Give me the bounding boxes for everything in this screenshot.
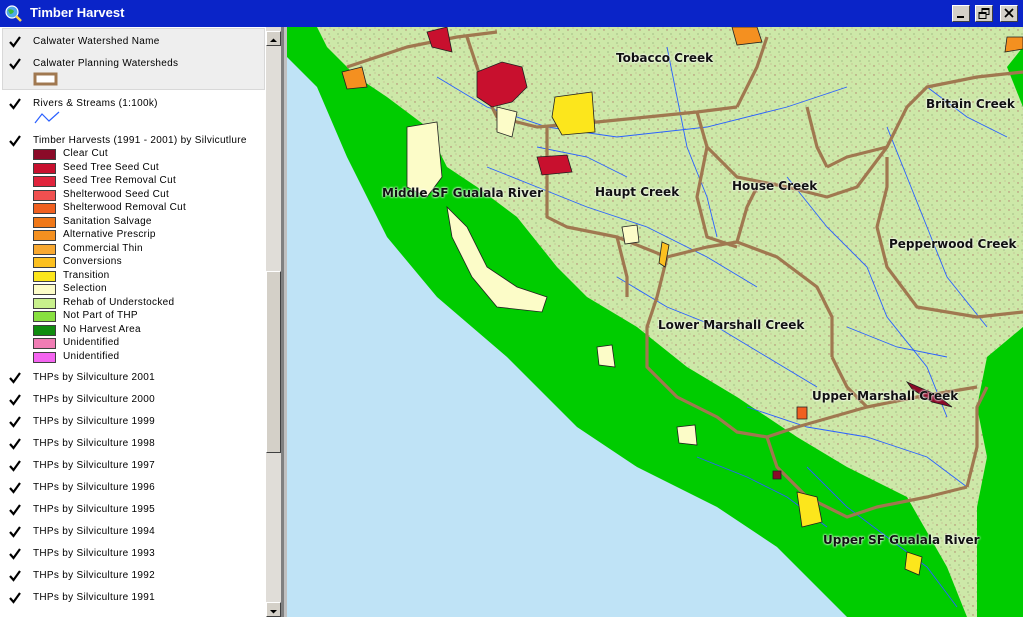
arrow-down-icon [270,610,277,614]
layer-label: THPs by Silviculture 1995 [33,504,155,515]
checkmark-icon[interactable] [8,134,22,148]
close-button[interactable] [1000,5,1018,22]
close-icon [1004,8,1014,18]
layer-label: THPs by Silviculture 2000 [33,394,155,405]
checkmark-icon[interactable] [8,57,22,71]
scroll-down-button[interactable] [266,602,281,617]
layer-label: THPs by Silviculture 1998 [33,438,155,449]
checkmark-icon[interactable] [8,371,22,385]
layer-label: THPs by Silviculture 1997 [33,460,155,471]
checkmark-icon[interactable] [8,459,22,473]
legend-swatch [33,176,56,187]
layer-label: THPs by Silviculture 1993 [33,548,155,559]
minimize-icon [957,16,964,18]
scroll-up-button[interactable] [266,31,281,46]
legend-label: Commercial Thin [63,242,143,254]
checkmark-icon[interactable] [8,415,22,429]
legend-swatch [33,297,56,309]
legend-label: Unidentified [63,350,120,362]
checkmark-icon[interactable] [8,569,22,583]
legend-label: Seed Tree Seed Cut [63,161,160,173]
legend-swatch [33,189,56,201]
legend-swatch [33,338,56,349]
map-label-upper-sf-gualala-river: Upper SF Gualala River [823,533,980,547]
layer-label: THPs by Silviculture 1991 [33,592,155,603]
map-label-pepperwood-creek: Pepperwood Creek [889,237,1017,251]
legend-swatch [33,270,56,282]
checkmark-icon[interactable] [8,525,22,539]
layer-label: Calwater Watershed Name [33,36,160,47]
legend-swatch [33,257,56,268]
layer-list: Calwater Watershed Name Calwater Plannin… [0,27,266,617]
line-symbol-icon [34,111,60,124]
checkmark-icon[interactable] [8,97,22,111]
toc-scrollbar[interactable] [266,27,281,617]
layer-label: Calwater Planning Watersheds [33,58,179,69]
checkmark-icon[interactable] [8,393,22,407]
legend-label: No Harvest Area [63,323,141,335]
legend-swatch [33,351,56,363]
legend-label: Seed Tree Removal Cut [63,175,177,186]
layer-label: Rivers & Streams (1:100k) [33,98,158,109]
legend-label: Selection [63,283,107,294]
checkmark-icon[interactable] [8,481,22,495]
legend-swatch [33,149,56,160]
restore-icon [978,8,990,19]
checkmark-icon[interactable] [8,35,22,49]
globe-magnifier-icon [5,5,22,22]
layer-label: THPs by Silviculture 1999 [33,416,155,427]
scroll-thumb[interactable] [266,271,281,453]
map-label-haupt-creek: Haupt Creek [595,185,680,199]
minimize-button[interactable] [952,5,970,22]
layer-label: THPs by Silviculture 1994 [33,526,155,537]
legend-label: Sanitation Salvage [63,215,152,227]
checkmark-icon[interactable] [8,547,22,561]
legend-swatch [33,243,56,255]
layer-label: THPs by Silviculture 1996 [33,482,155,493]
legend-swatch [33,230,56,241]
map-label-house-creek: House Creek [732,179,818,193]
legend-swatch [33,203,56,214]
legend-label: Not Part of THP [63,310,138,321]
polygon-symbol-icon [33,72,58,86]
map-label-middle-sf-gualala-river: Middle SF Gualala River [382,186,544,200]
map-label-upper-marshall-creek: Upper Marshall Creek [812,389,959,403]
map-view[interactable]: Tobacco Creek Britain Creek Middle SF Gu… [287,27,1023,617]
table-of-contents: Calwater Watershed Name Calwater Plannin… [0,27,284,617]
legend-label: Transition [63,269,110,281]
checkmark-icon[interactable] [8,503,22,517]
legend-label: Conversions [63,256,122,267]
checkmark-icon[interactable] [8,591,22,605]
legend-label: Shelterwood Seed Cut [63,188,170,200]
layer-label: THPs by Silviculture 2001 [33,372,155,383]
checkmark-icon[interactable] [8,437,22,451]
legend-label: Shelterwood Removal Cut [63,202,187,213]
title-bar[interactable]: Timber Harvest [0,0,1023,27]
legend-swatch [33,284,56,295]
layer-label: THPs by Silviculture 1992 [33,570,155,581]
legend-swatch [33,311,56,322]
legend-label: Unidentified [63,337,120,348]
legend-swatch [33,162,56,174]
map-label-tobacco-creek: Tobacco Creek [616,51,714,65]
map-canvas[interactable] [287,27,1023,617]
legend-swatch [33,324,56,336]
legend-swatch [33,216,56,228]
map-label-lower-marshall-creek: Lower Marshall Creek [658,318,805,332]
legend-label: Alternative Prescrip [63,229,156,240]
window-title: Timber Harvest [30,5,125,20]
legend-label: Clear Cut [63,148,108,159]
restore-button[interactable] [975,5,993,22]
arrow-up-icon [270,38,277,42]
layer-label: Timber Harvests (1991 - 2001) by Silvicu… [33,135,247,146]
legend-label: Rehab of Understocked [63,296,175,308]
map-label-britain-creek: Britain Creek [926,97,1015,111]
